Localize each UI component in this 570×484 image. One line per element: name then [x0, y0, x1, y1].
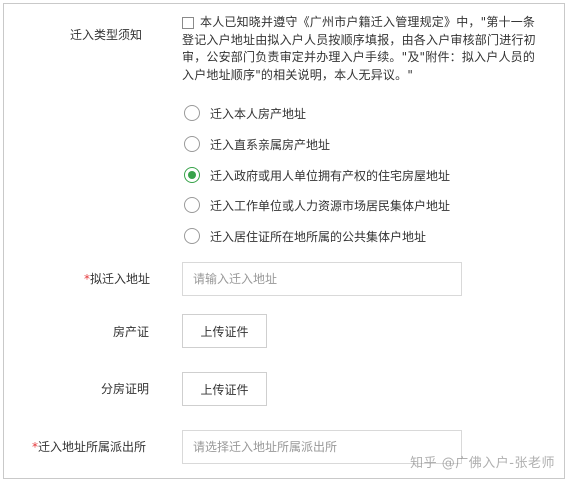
- radio-button-selected[interactable]: [184, 167, 200, 183]
- notice-agree-checkbox[interactable]: [182, 17, 194, 29]
- property-cert-upload-button[interactable]: 上传证件: [182, 314, 267, 348]
- housing-proof-upload-button[interactable]: 上传证件: [182, 372, 267, 406]
- radio-button[interactable]: [184, 197, 200, 213]
- radio-option-relative-property[interactable]: 迁入直系亲属房产地址: [184, 135, 330, 153]
- watermark-text: 知乎 @广佛入户-张老师: [410, 456, 555, 471]
- radio-option-label: 迁入直系亲属房产地址: [210, 137, 331, 152]
- housing-proof-label: 分房证明: [101, 382, 150, 396]
- property-cert-label: 房产证: [113, 325, 150, 339]
- radio-option-own-property[interactable]: 迁入本人房产地址: [184, 104, 306, 122]
- radio-button[interactable]: [184, 136, 200, 152]
- radio-option-collective-household[interactable]: 迁入工作单位或人力资源市场居民集体户地址: [184, 196, 450, 214]
- radio-option-label: 迁入政府或用人单位拥有产权的住宅房屋地址: [210, 168, 451, 183]
- address-label: *拟迁入地址: [84, 270, 150, 287]
- address-label-text: 拟迁入地址: [90, 272, 151, 286]
- radio-option-label: 迁入工作单位或人力资源市场居民集体户地址: [210, 198, 451, 213]
- radio-option-public-collective[interactable]: 迁入居住证所在地所属的公共集体户地址: [184, 227, 426, 245]
- notice-label: 迁入类型须知: [70, 28, 143, 42]
- radio-button[interactable]: [184, 228, 200, 244]
- address-input[interactable]: [182, 262, 462, 296]
- radio-option-label: 迁入本人房产地址: [210, 106, 307, 121]
- radio-option-label: 迁入居住证所在地所属的公共集体户地址: [210, 229, 427, 244]
- police-station-label: *迁入地址所属派出所: [32, 438, 146, 455]
- radio-button[interactable]: [184, 105, 200, 121]
- police-station-label-text: 迁入地址所属派出所: [38, 440, 147, 454]
- radio-option-employer-housing[interactable]: 迁入政府或用人单位拥有产权的住宅房屋地址: [184, 166, 450, 184]
- notice-text: 本人已知晓并遵守《广州市户籍迁入管理规定》中，"第十一条 登记入户地址由拟入户人…: [182, 15, 536, 82]
